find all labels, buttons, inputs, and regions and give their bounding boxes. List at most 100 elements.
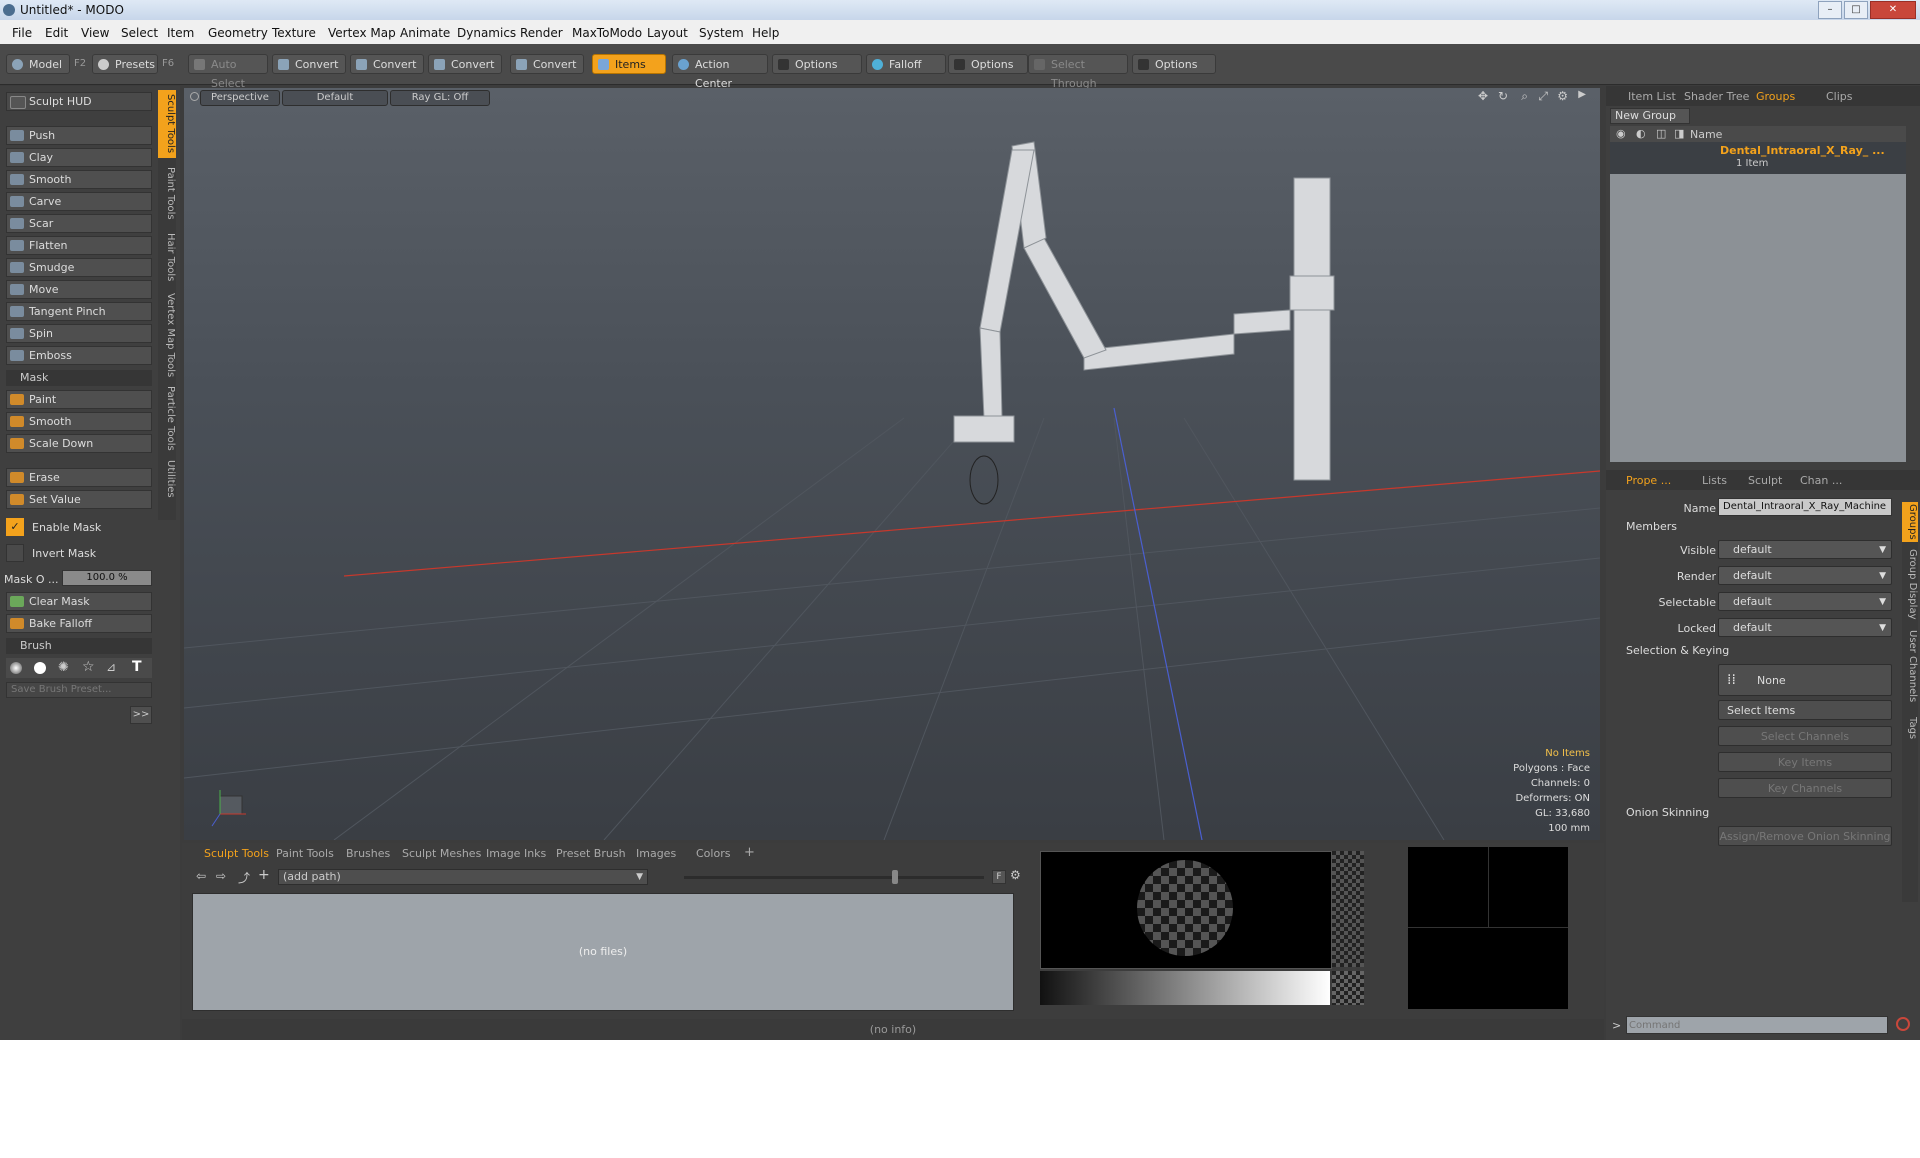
group-name-field[interactable]: Dental_Intraoral_X_Ray_Machine — [1718, 498, 1892, 516]
convert-materials-button[interactable]: Convert — [510, 54, 584, 74]
parent-folder-icon[interactable]: ⤴ — [238, 869, 250, 886]
falloff-button[interactable]: Falloff — [866, 54, 946, 74]
tool-spin[interactable]: Spin — [6, 324, 152, 343]
star-brush-icon[interactable]: ☆ — [82, 659, 95, 675]
menu-help[interactable]: Help — [752, 26, 779, 40]
tab-colors[interactable]: Colors — [696, 847, 730, 860]
add-tab-button[interactable]: + — [744, 845, 755, 860]
sidetab-groups[interactable]: Groups — [1902, 502, 1918, 542]
tool-clay[interactable]: Clay — [6, 148, 152, 167]
add-path-icon[interactable]: + — [258, 867, 270, 883]
maximize-button[interactable]: □ — [1844, 1, 1868, 19]
mask-set-value[interactable]: Set Value — [6, 490, 152, 509]
tab-sculpt-tools[interactable]: Sculpt Tools — [204, 847, 269, 860]
menu-animate[interactable]: Animate — [400, 26, 450, 40]
vtab-hair-tools[interactable]: Hair Tools — [158, 228, 176, 286]
clear-mask-button[interactable]: Clear Mask — [6, 592, 152, 611]
menu-file[interactable]: File — [12, 26, 32, 40]
forward-arrow-icon[interactable]: ⇨ — [216, 869, 226, 883]
tab-lists[interactable]: Lists — [1702, 474, 1727, 487]
selectable-dropdown[interactable]: default ▼ — [1718, 592, 1892, 611]
members-section[interactable]: Members — [1612, 520, 1902, 536]
tool-flatten[interactable]: Flatten — [6, 236, 152, 255]
tool-scar[interactable]: Scar — [6, 214, 152, 233]
expand-panel-button[interactable]: >> — [130, 706, 152, 724]
menu-render[interactable]: Render — [520, 26, 563, 40]
thumbnail-size-slider[interactable] — [684, 876, 984, 879]
menu-dynamics[interactable]: Dynamics — [457, 26, 516, 40]
items-mode-button[interactable]: Items — [592, 54, 666, 74]
none-button[interactable]: ⁞⁞ None — [1718, 664, 1892, 696]
command-input[interactable] — [1626, 1016, 1888, 1034]
vtab-particle-tools[interactable]: Particle Tools — [158, 384, 176, 452]
selection-keying-section[interactable]: Selection & Keying — [1612, 644, 1902, 660]
mask-smooth[interactable]: Smooth — [6, 412, 152, 431]
sculpt-hud-button[interactable]: Sculpt HUD — [6, 92, 152, 111]
tab-preset-brush[interactable]: Preset Brush — [556, 847, 626, 860]
viewport-shading-button[interactable]: Default — [282, 90, 388, 106]
assign-onion-button[interactable]: Assign/Remove Onion Skinning — [1718, 826, 1892, 846]
slider-handle[interactable] — [892, 870, 898, 884]
text-brush-icon[interactable]: T — [132, 659, 142, 675]
tool-move[interactable]: Move — [6, 280, 152, 299]
mask-section-header[interactable]: Mask — [6, 370, 152, 386]
tab-paint-tools[interactable]: Paint Tools — [276, 847, 334, 860]
tab-properties[interactable]: Prope ... — [1626, 474, 1671, 487]
sidetab-tags[interactable]: Tags — [1902, 710, 1918, 746]
convert-edges-button[interactable]: Convert — [350, 54, 424, 74]
menu-item[interactable]: Item — [167, 26, 194, 40]
tab-groups[interactable]: Groups — [1756, 90, 1795, 103]
tool-push[interactable]: Push — [6, 126, 152, 145]
3d-viewport[interactable]: Perspective Default Ray GL: Off ✥ ↻ ⌕ ⤢ … — [184, 88, 1600, 840]
tool-emboss[interactable]: Emboss — [6, 346, 152, 365]
tab-clips[interactable]: Clips — [1826, 90, 1853, 103]
model-tab[interactable]: Model — [6, 54, 70, 74]
menu-texture[interactable]: Texture — [272, 26, 316, 40]
hard-brush-icon[interactable] — [34, 662, 46, 674]
new-group-button[interactable]: New Group — [1610, 108, 1690, 124]
sidetab-user-channels[interactable]: User Channels — [1902, 626, 1918, 706]
convert-vertices-button[interactable]: Convert — [272, 54, 346, 74]
vtab-vertex-map-tools[interactable]: Vertex Map Tools — [158, 290, 176, 380]
select-channels-button[interactable]: Select Channels — [1718, 726, 1892, 746]
select-through-button[interactable]: Select Through — [1028, 54, 1128, 90]
record-macro-icon[interactable] — [1896, 1017, 1910, 1031]
mask-opacity-field[interactable]: 100.0 % — [62, 570, 152, 586]
sidetab-group-display[interactable]: Group Display — [1902, 546, 1918, 622]
menu-layout[interactable]: Layout — [647, 26, 688, 40]
visible-dropdown[interactable]: default ▼ — [1718, 540, 1892, 559]
save-brush-preset-button[interactable]: Save Brush Preset... — [6, 682, 152, 698]
browser-settings-icon[interactable]: ⚙ — [1010, 868, 1021, 882]
bake-falloff-button[interactable]: Bake Falloff — [6, 614, 152, 633]
select-items-button[interactable]: Select Items — [1718, 700, 1892, 720]
mask-paint[interactable]: Paint — [6, 390, 152, 409]
menu-edit[interactable]: Edit — [45, 26, 68, 40]
vtab-utilities[interactable]: Utilities — [158, 456, 176, 502]
tool-smudge[interactable]: Smudge — [6, 258, 152, 277]
back-arrow-icon[interactable]: ⇦ — [196, 869, 206, 883]
render-dropdown[interactable]: default ▼ — [1718, 566, 1892, 585]
invert-mask-checkbox[interactable] — [6, 544, 24, 562]
action-center-options-button[interactable]: Options — [772, 54, 862, 74]
menu-system[interactable]: System — [699, 26, 744, 40]
onion-skinning-section[interactable]: Onion Skinning — [1612, 806, 1902, 822]
locked-dropdown[interactable]: default ▼ — [1718, 618, 1892, 637]
move-view-icon[interactable]: ✥ — [1478, 89, 1488, 103]
falloff-options-button[interactable]: Options — [948, 54, 1028, 74]
zoom-view-icon[interactable]: ⌕ — [1521, 89, 1528, 104]
viewport-menu-icon[interactable] — [190, 92, 199, 101]
menu-maxtomodo[interactable]: MaxToModo — [572, 26, 642, 40]
key-channels-button[interactable]: Key Channels — [1718, 778, 1892, 798]
viewport-expand-icon[interactable]: ▶ — [1578, 89, 1586, 100]
tab-brushes[interactable]: Brushes — [346, 847, 390, 860]
enable-mask-checkbox[interactable]: ✓ — [6, 518, 24, 536]
viewport-settings-icon[interactable]: ⚙ — [1557, 89, 1568, 103]
vtab-paint-tools[interactable]: Paint Tools — [158, 162, 176, 224]
maximize-view-icon[interactable]: ⤢ — [1538, 89, 1548, 104]
rotate-view-icon[interactable]: ↻ — [1498, 89, 1508, 103]
path-dropdown[interactable]: (add path) ▼ — [278, 869, 648, 885]
menu-view[interactable]: View — [81, 26, 109, 40]
groups-list[interactable]: Dental_Intraoral_X_Ray_ ... 1 Item — [1610, 142, 1906, 462]
action-center-button[interactable]: Action Center — [672, 54, 768, 90]
mask-scale-down[interactable]: Scale Down — [6, 434, 152, 453]
